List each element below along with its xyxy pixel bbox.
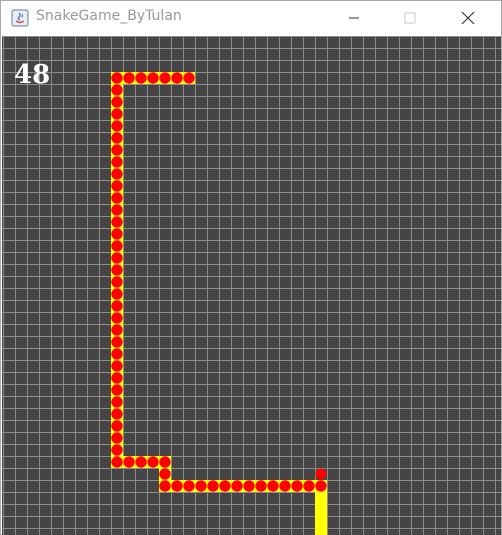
snake-segment-dot (111, 360, 123, 372)
snake-segment-dot (315, 480, 327, 492)
maximize-icon (404, 12, 416, 24)
snake-tail (315, 492, 327, 535)
board-canvas (2, 36, 501, 535)
snake-segment-dot (279, 480, 291, 492)
snake-segment-dot (111, 456, 123, 468)
snake-segment-dot (111, 132, 123, 144)
snake-segment-dot (183, 480, 195, 492)
close-icon (461, 11, 475, 25)
snake-segment-dot (159, 72, 171, 84)
game-window: SnakeGame_ByTulan 48 (0, 0, 502, 535)
snake-segment-dot (111, 120, 123, 132)
snake-segment-dot (207, 480, 219, 492)
snake-segment-dot (159, 456, 171, 468)
snake-segment-dot (111, 96, 123, 108)
snake-segment-dot (111, 240, 123, 252)
snake-segment-dot (291, 480, 303, 492)
snake-segment-dot (111, 156, 123, 168)
snake-segment-dot (111, 312, 123, 324)
snake-segment-dot (111, 168, 123, 180)
minimize-icon (349, 17, 359, 19)
snake-segment-dot (111, 432, 123, 444)
snake-segment-dot (111, 372, 123, 384)
window-title: SnakeGame_ByTulan (36, 8, 182, 24)
snake-segment-dot (111, 444, 123, 456)
title-bar[interactable]: SnakeGame_ByTulan (1, 1, 501, 35)
snake-segment-dot (267, 480, 279, 492)
close-button[interactable] (445, 1, 491, 35)
snake-segment-dot (147, 72, 159, 84)
snake-segment-dot (111, 84, 123, 96)
snake-segment-dot (183, 72, 195, 84)
snake-segment-dot (111, 216, 123, 228)
snake-segment-dot (111, 204, 123, 216)
snake-segment-dot (171, 72, 183, 84)
snake-segment-dot (303, 480, 315, 492)
snake-segment-dot (111, 348, 123, 360)
snake-segment-dot (147, 456, 159, 468)
snake-segment-dot (159, 468, 171, 480)
snake-segment-dot (123, 456, 135, 468)
snake-segment-dot (231, 480, 243, 492)
game-board[interactable]: 48 (2, 36, 501, 535)
snake-segment-dot (111, 264, 123, 276)
snake-segment-dot (111, 384, 123, 396)
snake-segment-dot (111, 72, 123, 84)
snake-segment-dot (255, 480, 267, 492)
apple (315, 468, 327, 480)
score-display: 48 (14, 60, 51, 90)
snake-segment-dot (123, 72, 135, 84)
snake-segment-dot (195, 480, 207, 492)
snake-segment-dot (171, 480, 183, 492)
snake-segment-dot (135, 72, 147, 84)
snake-segment-dot (111, 420, 123, 432)
snake-segment-dot (111, 192, 123, 204)
grid-lines (2, 36, 501, 535)
snake-segment-dot (111, 276, 123, 288)
snake-segment-dot (111, 324, 123, 336)
java-app-icon (11, 9, 29, 27)
snake-segment-dot (159, 480, 171, 492)
snake-segment-dot (111, 300, 123, 312)
minimize-button[interactable] (331, 1, 377, 35)
snake-segment-dot (243, 480, 255, 492)
snake-segment-dot (111, 336, 123, 348)
snake-segment-dot (111, 396, 123, 408)
snake-segment-dot (111, 228, 123, 240)
maximize-button[interactable] (387, 1, 433, 35)
snake-segment-dot (111, 288, 123, 300)
snake-segment-dot (111, 252, 123, 264)
snake-segment-dot (111, 408, 123, 420)
snake-segment-dot (111, 108, 123, 120)
snake-segment-dot (135, 456, 147, 468)
snake-segment-dot (111, 180, 123, 192)
snake-segment-dot (111, 144, 123, 156)
snake-segment-dot (219, 480, 231, 492)
